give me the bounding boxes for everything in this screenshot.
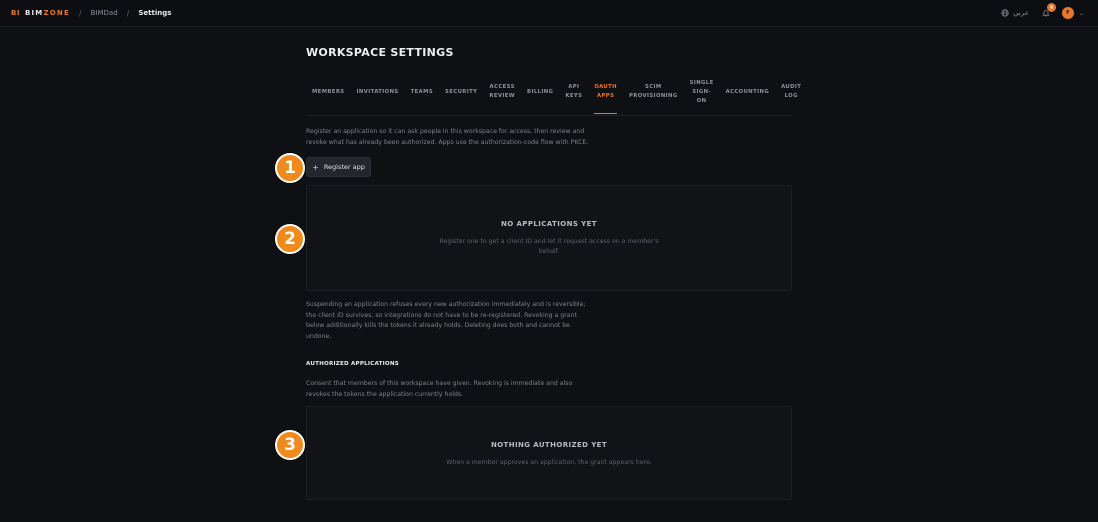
language-switcher[interactable]: عربي <box>1001 9 1029 17</box>
applications-empty-state: NO APPLICATIONS YET Register one to get … <box>306 185 792 291</box>
nothing-authorized-description: When a member approves an application, t… <box>446 459 652 466</box>
tabs-divider <box>306 115 792 116</box>
register-app-button[interactable]: + Register app <box>306 157 371 177</box>
tab-security[interactable]: SECURITY <box>439 88 483 97</box>
chevron-down-icon[interactable]: ⌄ <box>1079 10 1084 17</box>
tab-invitations[interactable]: INVITATIONS <box>351 88 405 97</box>
tab-teams[interactable]: TEAMS <box>405 88 439 97</box>
tab-api-keys[interactable]: API KEYS <box>559 83 588 101</box>
tab-members[interactable]: MEMBERS <box>306 88 351 97</box>
callout-marker-1: 1 <box>275 153 305 183</box>
avatar[interactable]: F <box>1061 7 1074 19</box>
consent-note: Consent that members of this workspace h… <box>306 380 573 398</box>
brand-mark: BI <box>11 9 20 17</box>
topbar-actions: عربي 4 F ⌄ <box>1001 3 1084 19</box>
empty-title: NO APPLICATIONS YET <box>501 220 597 228</box>
empty-description: Register one to get a client ID and let … <box>439 238 659 255</box>
tab-oauth-apps[interactable]: OAUTH APPS <box>588 83 623 114</box>
oauth-intro: Register an application so it can ask pe… <box>306 128 589 146</box>
authorized-empty-state: NOTHING AUTHORIZED YET When a member app… <box>306 406 792 500</box>
callout-marker-3: 3 <box>275 430 305 460</box>
tab-audit-log[interactable]: AUDIT LOG <box>775 83 807 101</box>
breadcrumb-workspace[interactable]: BIMDad <box>91 9 118 17</box>
callout-marker-2: 2 <box>275 224 305 254</box>
language-label: عربي <box>1013 9 1029 17</box>
authorized-applications-heading: AUTHORIZED APPLICATIONS <box>306 361 399 367</box>
tab-accounting[interactable]: ACCOUNTING <box>720 88 775 97</box>
brand-logo[interactable]: BI BIMZONE <box>11 9 70 17</box>
notification-count-badge: 4 <box>1046 3 1056 12</box>
suspend-note: Suspending an application refuses every … <box>306 301 586 340</box>
breadcrumb-separator: / <box>126 8 130 18</box>
globe-icon <box>1001 9 1009 17</box>
tab-billing[interactable]: BILLING <box>521 88 559 97</box>
top-bar: BI BIMZONE / BIMDad / Settings عربي 4 F … <box>0 0 1098 27</box>
breadcrumb-separator: / <box>78 8 82 18</box>
brand-wordmark: BIMZONE <box>24 9 70 17</box>
nothing-authorized-title: NOTHING AUTHORIZED YET <box>490 441 608 449</box>
page-title: WORKSPACE SETTINGS <box>306 46 454 59</box>
plus-icon: + <box>312 162 319 172</box>
tab-scim-provisioning[interactable]: SCIM PROVISIONING <box>623 83 684 101</box>
register-app-label: Register app <box>323 163 365 171</box>
tab-access-review[interactable]: ACCESS REVIEW <box>483 83 521 101</box>
notifications-button[interactable]: 4 <box>1042 3 1056 17</box>
breadcrumb-current: Settings <box>138 9 172 17</box>
settings-tabs: MEMBERS INVITATIONS TEAMS SECURITY ACCESS RE… <box>306 79 810 114</box>
tab-single-sign-on[interactable]: SINGLE SIGN- ON <box>684 79 720 106</box>
